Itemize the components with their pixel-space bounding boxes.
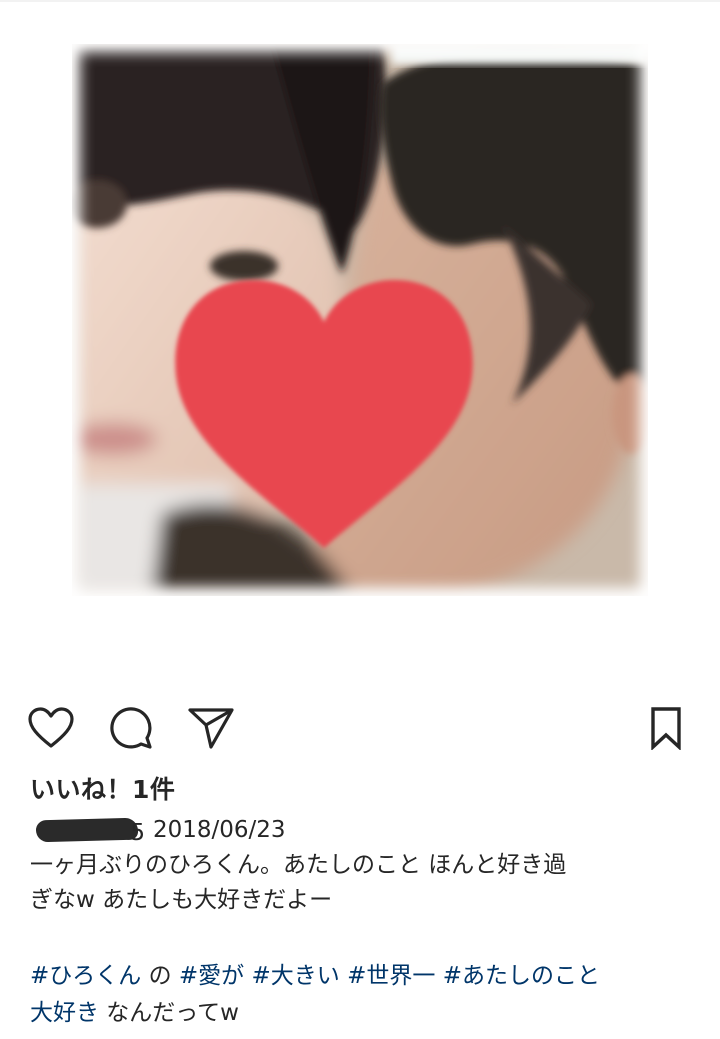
- hashtag[interactable]: 大好き: [30, 1000, 99, 1026]
- hashtag-line: #ひろくん の #愛が #大きい #世界一 #あたしのこと大好き なんだってw: [30, 958, 694, 1032]
- comment-bubble-icon[interactable]: [106, 703, 156, 753]
- photo-image: [72, 44, 648, 596]
- likes-count[interactable]: いいね！1件: [30, 770, 175, 806]
- paper-plane-icon[interactable]: [186, 703, 236, 753]
- post-date: 2018/06/23: [153, 817, 286, 843]
- hashtag[interactable]: #大きい: [252, 963, 340, 989]
- hashtag[interactable]: #ひろくん: [30, 963, 141, 989]
- caption-text: [244, 963, 251, 989]
- caption-line-1: 一ヶ月ぶりのひろくん。あたしのこと ほんと好き過: [30, 852, 567, 878]
- comment-glyph: [110, 707, 152, 749]
- hashtag[interactable]: #あたしのこと: [443, 963, 600, 989]
- save-glyph: [651, 707, 681, 750]
- username-tail: 5: [130, 820, 145, 846]
- hashtag[interactable]: #世界一: [347, 963, 435, 989]
- post-photo[interactable]: [72, 44, 648, 596]
- caption-text: なんだってw: [99, 1000, 239, 1026]
- top-divider: [0, 0, 720, 2]
- caption-line-2: ぎなw あたしも大好きだよー: [30, 887, 333, 913]
- bookmark-icon[interactable]: [641, 703, 691, 753]
- caption: 一ヶ月ぶりのひろくん。あたしのこと ほんと好き過 ぎなw あたしも大好きだよー: [30, 848, 694, 918]
- hashtag[interactable]: #愛が: [179, 963, 244, 989]
- like-glyph: [28, 707, 74, 748]
- redacted-username[interactable]: 5: [30, 817, 145, 846]
- redaction-mark: [35, 817, 139, 843]
- share-glyph: [188, 708, 234, 749]
- caption-text: の: [141, 963, 179, 989]
- caption-text: [435, 963, 442, 989]
- caption-text: [340, 963, 347, 989]
- post-meta: 5 2018/06/23: [30, 814, 286, 846]
- heart-outline-icon[interactable]: [26, 703, 76, 753]
